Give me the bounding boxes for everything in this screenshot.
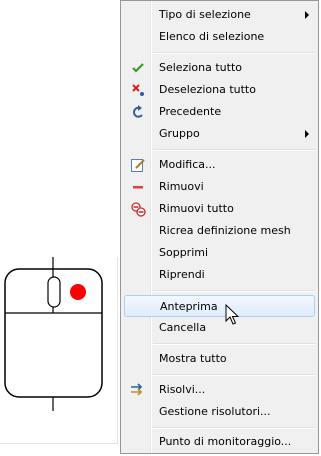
context-menu: Tipo di selezione Elenco di selezione Se… — [120, 0, 319, 454]
menu-item-label: Ricrea definizione mesh — [159, 224, 291, 237]
menu-item-label: Anteprima — [160, 300, 218, 313]
solve-arrows-icon — [130, 382, 146, 398]
edit-pencil-icon — [130, 157, 146, 173]
menu-separator — [153, 343, 315, 345]
mouse-illustration — [0, 257, 118, 444]
mouse-icon — [4, 257, 103, 411]
red-x-icon — [130, 82, 146, 98]
menu-item-label: Sopprimi — [159, 246, 209, 259]
menu-item-label: Gruppo — [159, 127, 200, 140]
menu-item-mostra-tutto[interactable]: Mostra tutto — [124, 348, 315, 370]
menu-item-gruppo[interactable]: Gruppo — [124, 123, 315, 145]
menu-item-seleziona-tutto[interactable]: Seleziona tutto — [124, 57, 315, 79]
remove-all-icon — [130, 201, 146, 217]
menu-item-deseleziona-tutto[interactable]: Deseleziona tutto — [124, 79, 315, 101]
menu-item-modifica[interactable]: Modifica... — [124, 154, 315, 176]
menu-item-risolvi[interactable]: Risolvi... — [124, 379, 315, 401]
submenu-arrow-icon — [305, 11, 309, 19]
menu-item-label: Riprendi — [159, 268, 205, 281]
right-button-indicator — [70, 284, 86, 300]
menu-item-riprendi[interactable]: Riprendi — [124, 264, 315, 286]
menu-item-rimuovi-tutto[interactable]: Rimuovi tutto — [124, 198, 315, 220]
undo-arrow-icon — [130, 104, 146, 120]
menu-item-label: Seleziona tutto — [159, 61, 242, 74]
menu-item-label: Deseleziona tutto — [159, 83, 256, 96]
menu-separator — [153, 149, 315, 151]
menu-item-label: Risolvi... — [159, 383, 206, 396]
menu-item-label: Elenco di selezione — [159, 30, 265, 43]
menu-item-punto-monitoraggio[interactable]: Punto di monitoraggio... — [124, 431, 315, 453]
menu-separator — [153, 427, 315, 429]
menu-item-label: Rimuovi tutto — [159, 202, 234, 215]
menu-item-gestione-risolutori[interactable]: Gestione risolutori... — [124, 401, 315, 423]
menu-separator — [153, 290, 315, 292]
menu-item-tipo-selezione[interactable]: Tipo di selezione — [124, 4, 315, 26]
menu-item-ricrea-mesh[interactable]: Ricrea definizione mesh — [124, 220, 315, 242]
menu-item-label: Mostra tutto — [159, 352, 227, 365]
menu-item-anteprima[interactable]: Anteprima — [124, 295, 315, 317]
menu-item-label: Tipo di selezione — [159, 8, 251, 21]
menu-item-label: Precedente — [159, 105, 222, 118]
menu-item-label: Gestione risolutori... — [159, 405, 271, 418]
menu-item-label: Modifica... — [159, 158, 216, 171]
menu-item-label: Punto di monitoraggio... — [159, 435, 292, 448]
submenu-arrow-icon — [305, 130, 309, 138]
menu-item-label: Rimuovi — [159, 180, 204, 193]
menu-item-sopprimi[interactable]: Sopprimi — [124, 242, 315, 264]
menu-item-cancella[interactable]: Cancella — [124, 317, 315, 339]
menu-separator — [153, 52, 315, 54]
menu-item-elenco-selezione[interactable]: Elenco di selezione — [124, 26, 315, 48]
menu-item-label: Cancella — [159, 321, 207, 334]
minus-icon — [130, 179, 146, 195]
menu-separator — [153, 374, 315, 376]
menu-item-precedente[interactable]: Precedente — [124, 101, 315, 123]
green-check-icon — [130, 60, 146, 76]
menu-item-rimuovi[interactable]: Rimuovi — [124, 176, 315, 198]
mouse-pointer-icon — [225, 304, 239, 325]
